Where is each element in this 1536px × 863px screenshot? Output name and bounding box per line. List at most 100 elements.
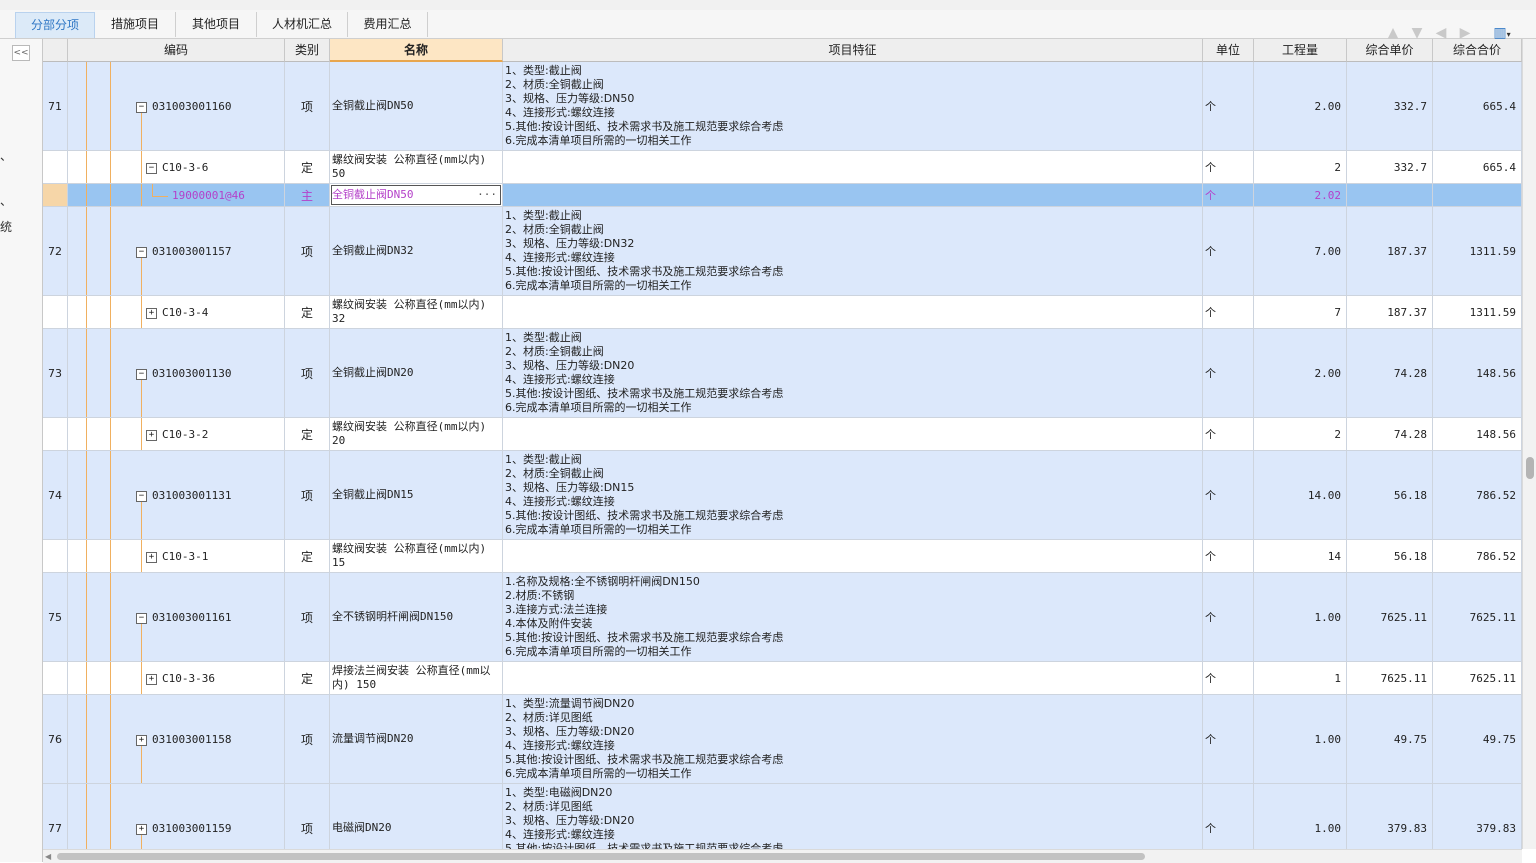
- header-unit-price[interactable]: 综合单价: [1347, 39, 1433, 62]
- unit-price-cell[interactable]: 7625.11: [1347, 573, 1433, 661]
- unit-price-cell[interactable]: 332.7: [1347, 151, 1433, 183]
- unit-price-cell[interactable]: 74.28: [1347, 418, 1433, 450]
- features-cell[interactable]: 1、类型:截止阀 2、材质:全铜截止阀 3、规格、压力等级:DN20 4、连接形…: [503, 329, 1203, 417]
- quota-row[interactable]: + C10-3-4 定螺纹阀安装 公称直径(mm以内) 32 个 7 187.37 1311…: [43, 296, 1522, 329]
- total-price-cell[interactable]: 7625.11: [1433, 662, 1522, 694]
- row-index[interactable]: [43, 184, 68, 206]
- unit-price-cell[interactable]: 187.37: [1347, 207, 1433, 295]
- row-index[interactable]: [43, 418, 68, 450]
- row-index[interactable]: 75: [43, 573, 68, 661]
- expand-icon[interactable]: +: [136, 735, 147, 746]
- unit-cell[interactable]: 个: [1203, 296, 1254, 328]
- expand-icon[interactable]: +: [146, 552, 157, 563]
- unit-cell[interactable]: 个: [1203, 662, 1254, 694]
- category-cell[interactable]: 项: [285, 573, 330, 661]
- bill-item-row[interactable]: 76 +031003001158 项流量调节阀DN20 1、类型:流量调节阀DN20 …: [43, 695, 1522, 784]
- code-cell[interactable]: + C10-3-2: [68, 418, 285, 450]
- category-cell[interactable]: 项: [285, 784, 330, 849]
- total-price-cell[interactable]: 148.56: [1433, 329, 1522, 417]
- code-cell[interactable]: −031003001160: [68, 62, 285, 150]
- vertical-scrollbar[interactable]: [1522, 39, 1536, 849]
- header-features[interactable]: 项目特征: [503, 39, 1203, 62]
- total-price-cell[interactable]: 49.75: [1433, 695, 1522, 783]
- header-quantity[interactable]: 工程量: [1254, 39, 1347, 62]
- row-index[interactable]: [43, 540, 68, 572]
- unit-price-cell[interactable]: 379.83: [1347, 784, 1433, 849]
- unit-price-cell[interactable]: 49.75: [1347, 695, 1433, 783]
- category-cell[interactable]: 定: [285, 418, 330, 450]
- total-price-cell[interactable]: 786.52: [1433, 540, 1522, 572]
- features-cell[interactable]: 1、类型:截止阀 2、材质:全铜截止阀 3、规格、压力等级:DN15 4、连接形…: [503, 451, 1203, 539]
- collapse-icon[interactable]: −: [136, 369, 147, 380]
- code-cell[interactable]: 19000001@46: [68, 184, 285, 206]
- code-cell[interactable]: − C10-3-6: [68, 151, 285, 183]
- name-cell[interactable]: 电磁阀DN20: [330, 784, 503, 849]
- code-cell[interactable]: + C10-3-36: [68, 662, 285, 694]
- code-cell[interactable]: −031003001130: [68, 329, 285, 417]
- vertical-scroll-thumb[interactable]: [1526, 457, 1534, 479]
- features-cell[interactable]: 1、类型:截止阀 2、材质:全铜截止阀 3、规格、压力等级:DN50 4、连接形…: [503, 62, 1203, 150]
- collapse-icon[interactable]: −: [136, 613, 147, 624]
- name-cell[interactable]: 螺纹阀安装 公称直径(mm以内) 50: [330, 151, 503, 183]
- quantity-cell[interactable]: 1.00: [1254, 784, 1347, 849]
- tab-other-items[interactable]: 其他项目: [176, 12, 257, 37]
- name-cell[interactable]: 螺纹阀安装 公称直径(mm以内) 20: [330, 418, 503, 450]
- row-index[interactable]: 71: [43, 62, 68, 150]
- unit-cell[interactable]: 个: [1203, 329, 1254, 417]
- collapse-icon[interactable]: −: [136, 247, 147, 258]
- unit-cell[interactable]: 个: [1203, 451, 1254, 539]
- header-unit[interactable]: 单位: [1203, 39, 1254, 62]
- row-index[interactable]: [43, 151, 68, 183]
- name-cell[interactable]: 焊接法兰阀安装 公称直径(mm以内) 150: [330, 662, 503, 694]
- features-cell[interactable]: [503, 151, 1203, 183]
- category-cell[interactable]: 定: [285, 662, 330, 694]
- category-cell[interactable]: 定: [285, 151, 330, 183]
- unit-price-cell[interactable]: 74.28: [1347, 329, 1433, 417]
- features-cell[interactable]: 1.名称及规格:全不锈钢明杆闸阀DN150 2.材质:不锈钢 3.连接方式:法兰…: [503, 573, 1203, 661]
- bill-item-row[interactable]: 74−031003001131 项全铜截止阀DN15 1、类型:截止阀 2、材质:全…: [43, 451, 1522, 540]
- code-cell[interactable]: + C10-3-1: [68, 540, 285, 572]
- name-cell[interactable]: 全不锈钢明杆闸阀DN150: [330, 573, 503, 661]
- category-cell[interactable]: 项: [285, 62, 330, 150]
- row-index[interactable]: 72: [43, 207, 68, 295]
- quantity-cell[interactable]: 2: [1254, 418, 1347, 450]
- total-price-cell[interactable]: 379.83: [1433, 784, 1522, 849]
- total-price-cell[interactable]: 148.56: [1433, 418, 1522, 450]
- header-category[interactable]: 类别: [285, 39, 330, 62]
- unit-cell[interactable]: 个: [1203, 184, 1254, 206]
- unit-price-cell[interactable]: 56.18: [1347, 540, 1433, 572]
- header-name[interactable]: 名称: [330, 39, 503, 62]
- category-cell[interactable]: 定: [285, 540, 330, 572]
- features-cell[interactable]: 1、类型:流量调节阀DN20 2、材质:详见图纸 3、规格、压力等级:DN20 …: [503, 695, 1203, 783]
- features-cell[interactable]: 1、类型:电磁阀DN20 2、材质:详见图纸 3、规格、压力等级:DN20 4、…: [503, 784, 1203, 849]
- total-price-cell[interactable]: 665.4: [1433, 62, 1522, 150]
- category-cell[interactable]: 项: [285, 451, 330, 539]
- features-cell[interactable]: [503, 184, 1203, 206]
- quantity-cell[interactable]: 2.02: [1254, 184, 1347, 206]
- collapse-icon[interactable]: −: [136, 102, 147, 113]
- name-cell[interactable]: 全铜截止阀DN15: [330, 451, 503, 539]
- quantity-cell[interactable]: 1.00: [1254, 573, 1347, 661]
- quota-row[interactable]: + C10-3-2 定螺纹阀安装 公称直径(mm以内) 20 个 2 74.28 148.5…: [43, 418, 1522, 451]
- category-cell[interactable]: 项: [285, 207, 330, 295]
- features-cell[interactable]: [503, 418, 1203, 450]
- quantity-cell[interactable]: 2.00: [1254, 62, 1347, 150]
- quantity-cell[interactable]: 14: [1254, 540, 1347, 572]
- features-cell[interactable]: 1、类型:截止阀 2、材质:全铜截止阀 3、规格、压力等级:DN32 4、连接形…: [503, 207, 1203, 295]
- row-index[interactable]: 74: [43, 451, 68, 539]
- code-cell[interactable]: −031003001161: [68, 573, 285, 661]
- unit-cell[interactable]: 个: [1203, 784, 1254, 849]
- expand-icon[interactable]: +: [146, 308, 157, 319]
- unit-price-cell[interactable]: [1347, 184, 1433, 206]
- code-cell[interactable]: +031003001159: [68, 784, 285, 849]
- code-cell[interactable]: + C10-3-4: [68, 296, 285, 328]
- row-index[interactable]: [43, 662, 68, 694]
- bill-item-row[interactable]: 72−031003001157 项全铜截止阀DN32 1、类型:截止阀 2、材质:全…: [43, 207, 1522, 296]
- quantity-cell[interactable]: 14.00: [1254, 451, 1347, 539]
- collapse-icon[interactable]: −: [146, 163, 157, 174]
- tab-cost-summary[interactable]: 费用汇总: [348, 12, 428, 37]
- quantity-cell[interactable]: 2.00: [1254, 329, 1347, 417]
- name-cell[interactable]: 全铜截止阀DN50 ···: [330, 184, 503, 206]
- code-cell[interactable]: −031003001131: [68, 451, 285, 539]
- name-cell[interactable]: 全铜截止阀DN50: [330, 62, 503, 150]
